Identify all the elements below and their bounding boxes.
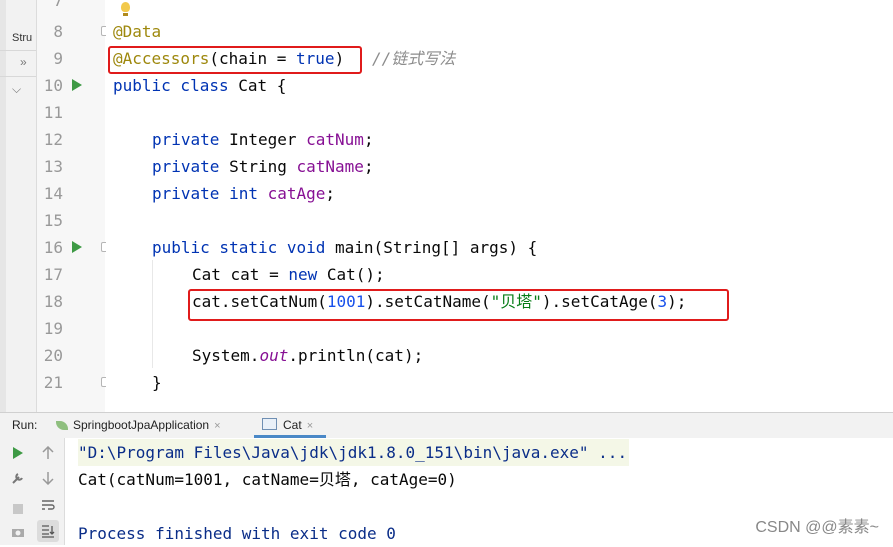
field-name: catNum xyxy=(306,130,364,149)
run-toolbar xyxy=(0,438,65,545)
divider xyxy=(0,76,36,77)
code-line-14: private int catAge; xyxy=(152,180,335,207)
line-number: 19 xyxy=(43,319,63,338)
run-class-gutter-icon[interactable] xyxy=(72,79,82,91)
code-token: Integer xyxy=(219,130,307,149)
keyword: public static void xyxy=(152,238,326,257)
tab-springboot-jpa-application[interactable]: SpringbootJpaApplication × xyxy=(56,413,221,438)
code-token: ; xyxy=(325,184,336,203)
line-number: 7 xyxy=(53,0,63,10)
code-comment: //链式写法 xyxy=(372,49,456,68)
scroll-to-end-icon xyxy=(42,525,55,538)
line-number: 21 xyxy=(43,373,63,392)
line-number: 13 xyxy=(43,157,63,176)
stop-icon[interactable] xyxy=(13,504,23,514)
code-token: Cat(); xyxy=(317,265,385,284)
code-line-20: System.out.println(cat); xyxy=(192,342,423,369)
code-token: ; xyxy=(363,157,374,176)
soft-wrap-icon[interactable] xyxy=(41,498,55,512)
code-line-13: private String catName; xyxy=(152,153,374,180)
keyword: private int xyxy=(152,184,258,203)
run-icon[interactable] xyxy=(12,446,24,460)
line-number: 8 xyxy=(53,22,63,41)
line-number: 9 xyxy=(53,49,63,68)
console-command-line: "D:\Program Files\Java\jdk\jdk1.8.0_151\… xyxy=(78,439,630,466)
run-tool-window-header: Run: SpringbootJpaApplication × Cat × xyxy=(0,412,893,439)
divider xyxy=(0,50,36,51)
lightbulb-icon[interactable] xyxy=(121,2,130,16)
code-token: ; xyxy=(363,130,374,149)
line-number: 12 xyxy=(43,130,63,149)
camera-icon[interactable] xyxy=(11,526,25,538)
down-arrow-icon[interactable] xyxy=(42,471,54,485)
code-token: .println(cat); xyxy=(288,346,424,365)
code-line-17: Cat cat = new Cat(); xyxy=(192,261,385,288)
close-icon[interactable]: × xyxy=(307,420,313,432)
tab-label: Cat xyxy=(283,418,302,432)
line-number: 17 xyxy=(43,265,63,284)
panel-edge xyxy=(0,0,6,412)
line-number: 16 xyxy=(43,238,63,257)
run-label: Run: xyxy=(12,418,38,432)
line-number: 18 xyxy=(43,292,63,311)
highlight-box-accessors xyxy=(108,46,362,74)
field-name: catName xyxy=(296,157,364,176)
scroll-to-end-toggle[interactable] xyxy=(37,520,59,542)
code-line-10: public class Cat { xyxy=(113,72,286,99)
up-arrow-icon[interactable] xyxy=(42,446,54,460)
static-field: out xyxy=(259,346,289,365)
keyword: public class xyxy=(113,76,229,95)
console-exit-line: Process finished with exit code 0 xyxy=(78,524,396,543)
code-token: Cat cat = xyxy=(192,265,289,284)
annotation-data: @Data xyxy=(113,22,162,41)
spring-leaf-icon xyxy=(56,421,68,430)
close-icon[interactable]: × xyxy=(214,420,220,432)
code-line-8: @Data xyxy=(113,18,161,45)
indent-guide xyxy=(152,260,153,368)
line-number: 20 xyxy=(43,346,63,365)
watermark: CSDN @@素素~ xyxy=(755,519,879,536)
code-token: main(String[] args) { xyxy=(325,238,538,257)
keyword-new: new xyxy=(288,265,318,284)
run-config-icon xyxy=(262,418,277,430)
code-line-21: } xyxy=(152,373,162,392)
keyword: private xyxy=(152,130,220,149)
code-line-12: private Integer catNum; xyxy=(152,126,374,153)
tab-label: SpringbootJpaApplication xyxy=(73,418,210,432)
tab-cat[interactable]: Cat × xyxy=(254,413,326,438)
field-name: catAge xyxy=(267,184,326,203)
line-number: 11 xyxy=(43,103,63,122)
code-token: String xyxy=(219,157,297,176)
structure-tab-label[interactable]: Stru xyxy=(12,32,32,44)
keyword: private xyxy=(152,157,220,176)
chevron-down-icon[interactable]: ⌵ xyxy=(12,82,21,97)
wrench-icon[interactable] xyxy=(11,471,25,485)
console-output-line: Cat(catNum=1001, catName=贝塔, catAge=0) xyxy=(78,470,457,489)
expand-chevron-icon[interactable]: » xyxy=(20,55,27,69)
code-token: System. xyxy=(192,346,260,365)
run-main-gutter-icon[interactable] xyxy=(72,241,82,253)
structure-side-panel: Stru » ⌵ xyxy=(0,0,37,412)
code-token: Cat { xyxy=(228,76,287,95)
code-line-16: public static void main(String[] args) { xyxy=(152,234,537,261)
line-number: 14 xyxy=(43,184,63,203)
line-number: 15 xyxy=(43,211,63,230)
highlight-box-chain-call xyxy=(188,289,729,321)
line-number: 10 xyxy=(43,76,63,95)
